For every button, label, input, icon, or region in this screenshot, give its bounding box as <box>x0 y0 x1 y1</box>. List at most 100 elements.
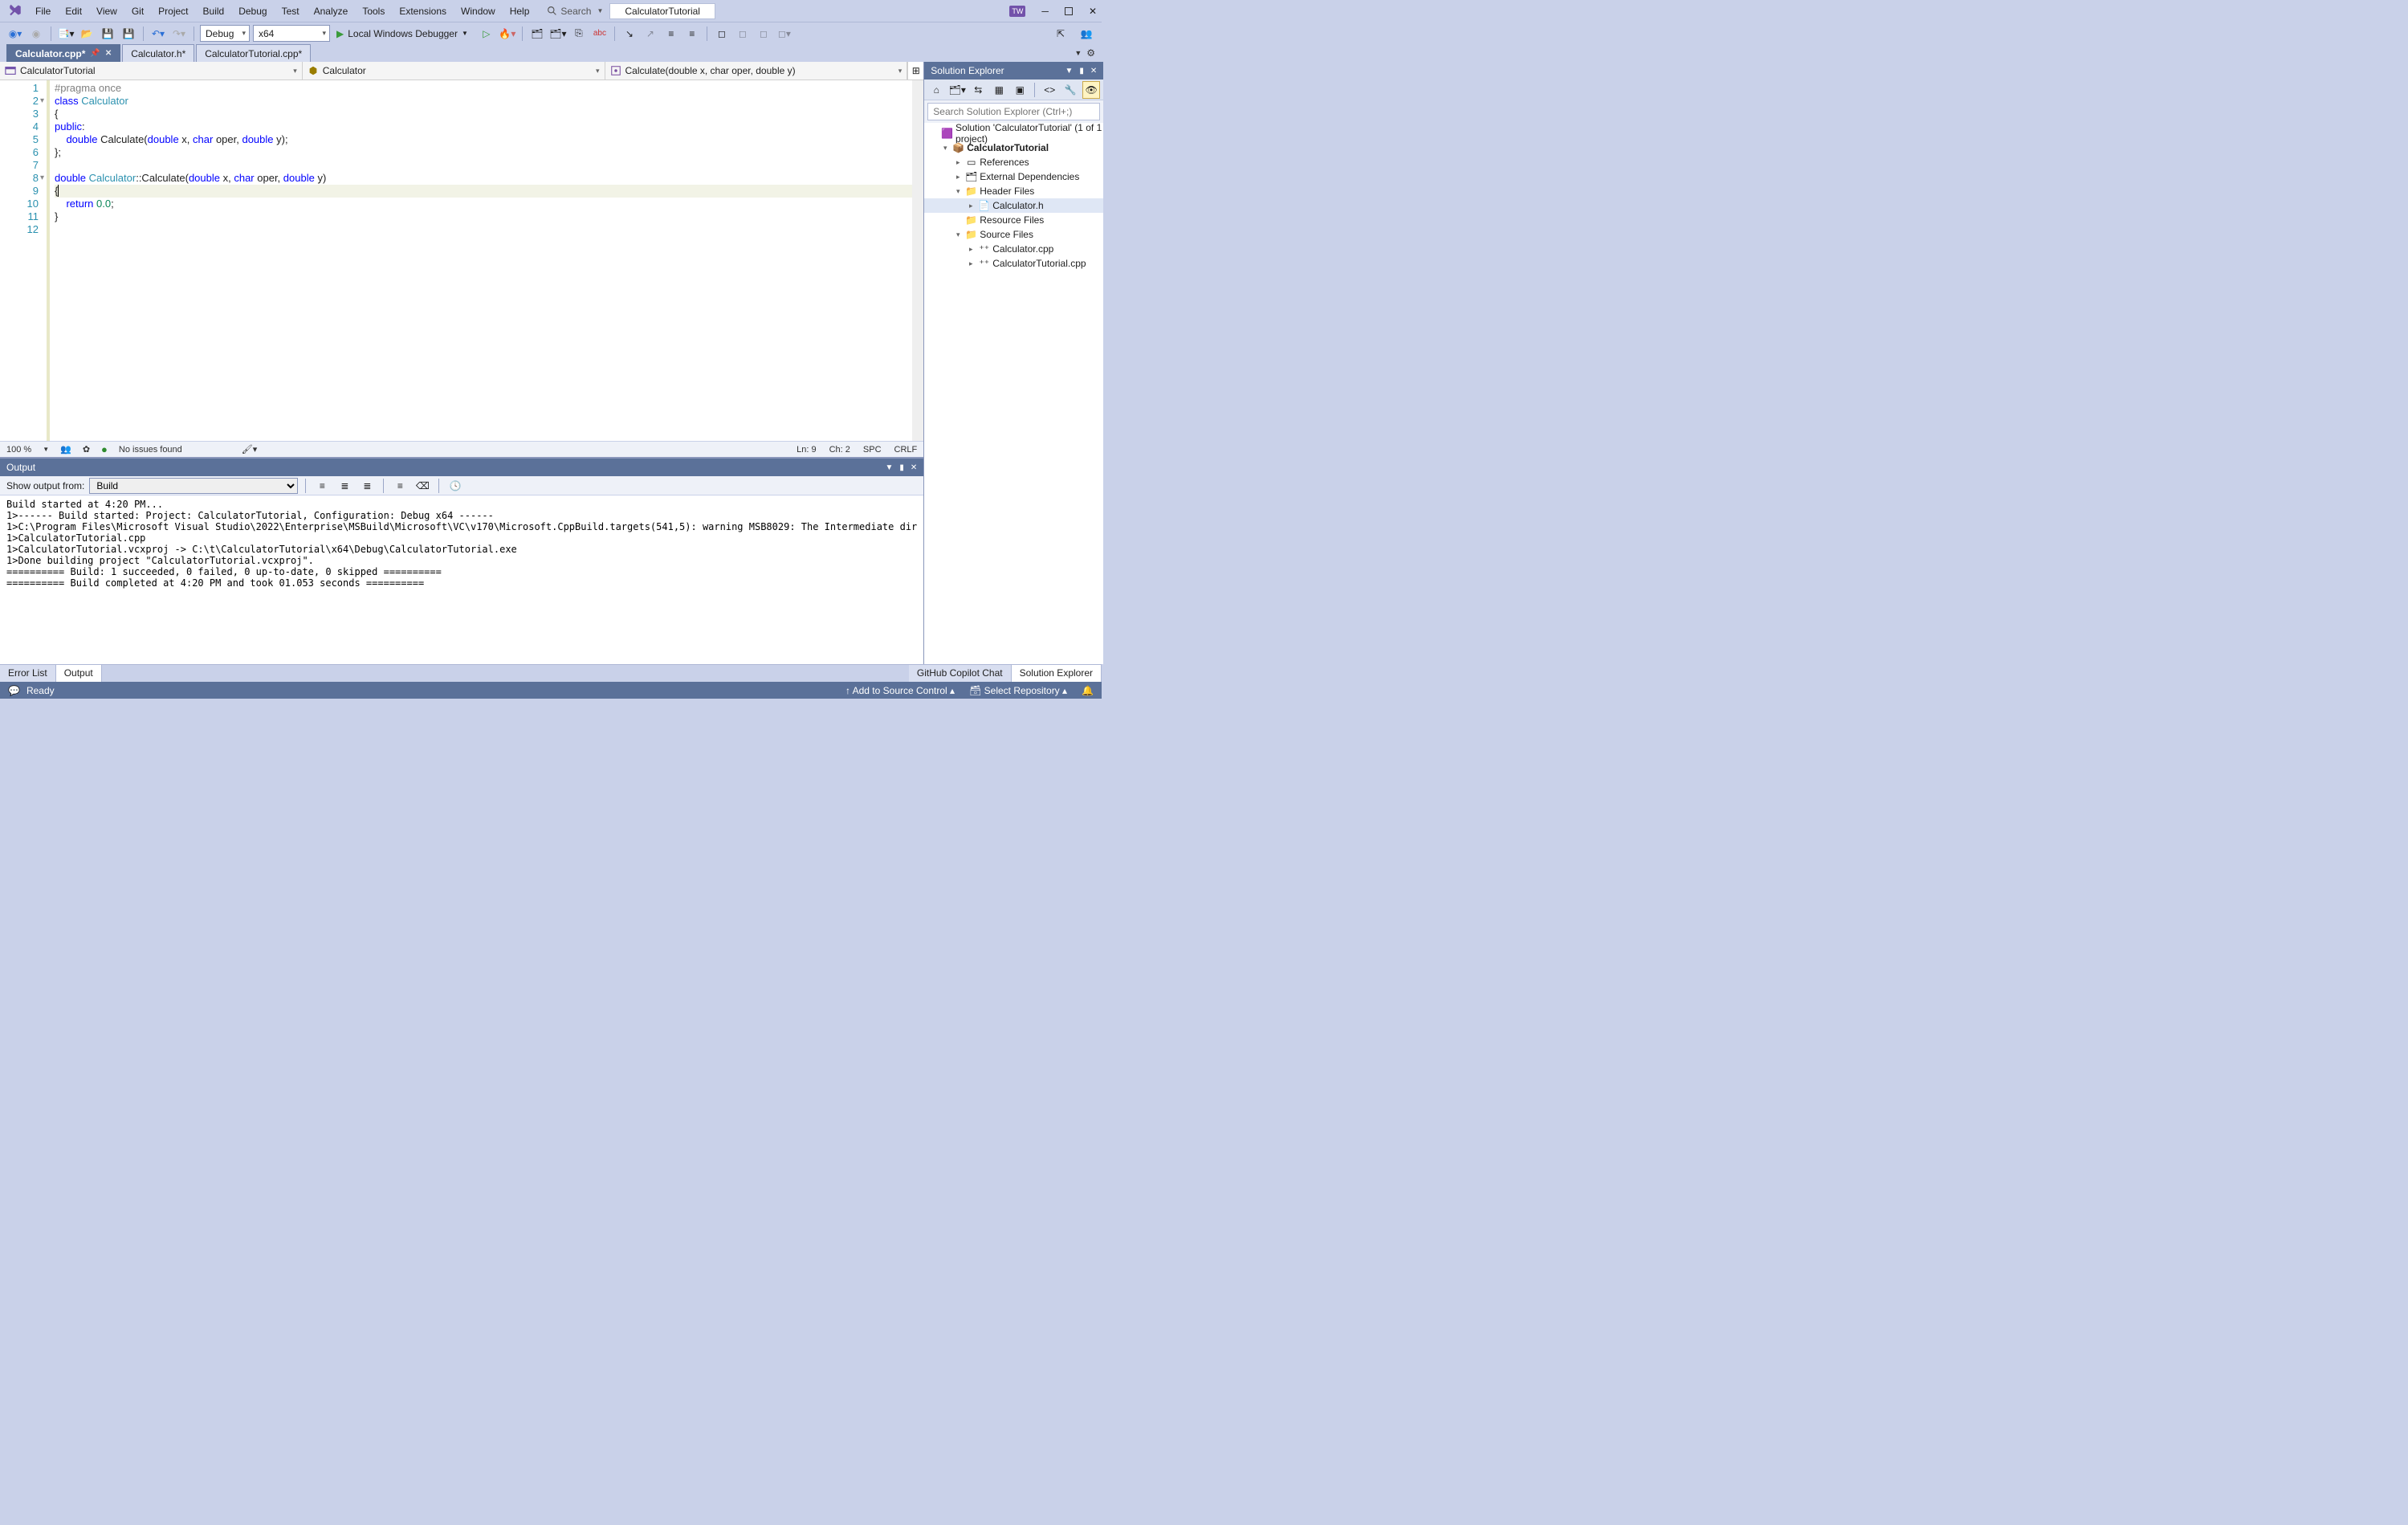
code-line[interactable] <box>55 223 912 236</box>
save-icon[interactable]: 💾 <box>99 25 116 43</box>
new-item-icon[interactable]: 📑▾ <box>57 25 75 43</box>
code-line[interactable]: }; <box>55 146 912 159</box>
tabs-settings-icon[interactable]: ⚙ <box>1086 47 1095 59</box>
start-nodebug-icon[interactable]: ▷ <box>478 25 495 43</box>
undo-icon[interactable]: ↶▾ <box>149 25 167 43</box>
out-tb-clock-icon[interactable]: 🕓 <box>446 477 464 495</box>
hot-reload-icon[interactable]: 🔥▾ <box>499 25 516 43</box>
nav-back-icon[interactable]: ◉▾ <box>6 25 24 43</box>
code-line[interactable]: } <box>55 210 912 223</box>
bottom-tab[interactable]: Error List <box>0 665 56 682</box>
out-tb-3-icon[interactable]: ≣ <box>358 477 376 495</box>
code-editor[interactable]: 123456789101112 #pragma once▾class Calcu… <box>0 80 923 441</box>
nav-class-select[interactable]: Calculator <box>303 62 605 80</box>
menu-extensions[interactable]: Extensions <box>393 2 453 20</box>
doc-tab[interactable]: Calculator.h* <box>122 44 194 62</box>
solex-pin-icon[interactable]: ▮ <box>1079 67 1084 75</box>
tree-node[interactable]: ▸📄Calculator.h <box>924 198 1103 213</box>
fold-icon[interactable]: ▾ <box>40 172 44 185</box>
tb-misc-2-icon[interactable]: 🗂▾ <box>549 25 567 43</box>
bottom-tab[interactable]: Solution Explorer <box>1012 665 1102 682</box>
tree-twisty-icon[interactable]: ▾ <box>953 187 963 196</box>
tree-node[interactable]: ▸▭References <box>924 155 1103 169</box>
out-tb-clear-icon[interactable]: ⌫ <box>414 477 431 495</box>
start-debug-button[interactable]: ▶ Local Windows Debugger ▼ <box>333 25 475 43</box>
indent-icon[interactable]: ≡ <box>662 25 680 43</box>
menu-tools[interactable]: Tools <box>356 2 391 20</box>
code-body[interactable]: #pragma once▾class Calculator{public: do… <box>50 80 912 441</box>
menu-window[interactable]: Window <box>454 2 502 20</box>
output-pin-icon[interactable]: ▮ <box>899 463 904 472</box>
menu-view[interactable]: View <box>90 2 124 20</box>
code-line[interactable]: { <box>55 185 912 198</box>
code-line[interactable]: ▾double Calculator::Calculate(double x, … <box>55 172 912 185</box>
tree-node[interactable]: ▾📁Header Files <box>924 184 1103 198</box>
nav-scope-select[interactable]: CalculatorTutorial <box>0 62 303 80</box>
brush-icon[interactable]: 🖌▾ <box>242 444 258 455</box>
solex-search-input[interactable] <box>927 103 1100 120</box>
menu-git[interactable]: Git <box>125 2 150 20</box>
minimize-icon[interactable]: ─ <box>1041 6 1049 17</box>
solex-dropdown-icon[interactable]: ▼ <box>1065 67 1073 75</box>
solex-showall-icon[interactable]: ▦ <box>990 81 1008 99</box>
issues-label[interactable]: No issues found <box>119 445 182 455</box>
output-from-select[interactable]: Build <box>89 478 298 494</box>
tree-twisty-icon[interactable]: ▸ <box>966 259 976 268</box>
caret-line[interactable]: Ln: 9 <box>797 445 816 455</box>
tree-node[interactable]: ▸⁺⁺CalculatorTutorial.cpp <box>924 256 1103 271</box>
bottom-tab[interactable]: GitHub Copilot Chat <box>909 665 1012 682</box>
account-badge-icon[interactable]: TW <box>1009 6 1025 17</box>
select-repository[interactable]: 🗃 Select Repository ▴ <box>969 685 1067 696</box>
tree-twisty-icon[interactable]: ▸ <box>953 158 963 167</box>
indent-mode[interactable]: SPC <box>863 445 882 455</box>
tabs-overflow-icon[interactable]: ▼ <box>1074 49 1082 57</box>
nav-member-select[interactable]: Calculate(double x, char oper, double y) <box>605 62 908 80</box>
bookmark-3-icon[interactable]: ◻ <box>755 25 772 43</box>
out-tb-2-icon[interactable]: ≣ <box>336 477 353 495</box>
out-tb-4-icon[interactable]: ≡ <box>391 477 409 495</box>
code-line[interactable] <box>55 159 912 172</box>
tree-twisty-icon[interactable]: ▾ <box>940 144 950 153</box>
tb-misc-3-icon[interactable]: ⎘ <box>570 25 588 43</box>
menu-edit[interactable]: Edit <box>59 2 88 20</box>
nav-fwd-icon[interactable]: ◉ <box>27 25 45 43</box>
save-all-icon[interactable]: 💾 <box>120 25 137 43</box>
solution-name[interactable]: CalculatorTutorial <box>609 3 715 19</box>
menu-debug[interactable]: Debug <box>232 2 273 20</box>
tree-twisty-icon[interactable]: ▾ <box>953 230 963 239</box>
code-line[interactable]: ▾class Calculator <box>55 95 912 108</box>
config-select[interactable]: Debug <box>200 25 250 42</box>
platform-select[interactable]: x64 <box>253 25 330 42</box>
menu-file[interactable]: File <box>29 2 57 20</box>
solex-close-icon[interactable]: ✕ <box>1090 67 1097 75</box>
solex-preview-icon[interactable]: 👁 <box>1082 81 1100 99</box>
zoom-level[interactable]: 100 % <box>6 445 31 455</box>
split-editor-icon[interactable]: ⊞ <box>907 62 923 80</box>
bottom-tab[interactable]: Output <box>56 665 102 682</box>
maximize-icon[interactable] <box>1065 7 1073 15</box>
live-share-icon[interactable]: 👥 <box>1078 25 1095 43</box>
add-source-control[interactable]: ↑ Add to Source Control ▴ <box>845 685 955 696</box>
bell-icon[interactable]: 🔔 <box>1082 685 1094 696</box>
output-close-icon[interactable]: ✕ <box>911 463 917 472</box>
tree-node[interactable]: ▸⁺⁺Calculator.cpp <box>924 242 1103 256</box>
bookmark-4-icon[interactable]: ◻▾ <box>776 25 793 43</box>
feedback-icon[interactable]: 💬 <box>8 685 20 696</box>
close-icon[interactable]: ✕ <box>105 49 112 58</box>
solex-code-icon[interactable]: <> <box>1041 81 1058 99</box>
solex-collapse-icon[interactable]: ▣ <box>1011 81 1029 99</box>
eol-mode[interactable]: CRLF <box>894 445 918 455</box>
close-icon[interactable]: ✕ <box>1089 6 1097 17</box>
doc-tab[interactable]: CalculatorTutorial.cpp* <box>196 44 311 62</box>
tree-node[interactable]: ▾📁Source Files <box>924 227 1103 242</box>
intellisense-icon[interactable]: ✿ <box>83 444 90 455</box>
tree-node[interactable]: 🟪Solution 'CalculatorTutorial' (1 of 1 p… <box>924 126 1103 141</box>
out-tb-1-icon[interactable]: ≡ <box>313 477 331 495</box>
editor-scrollbar[interactable] <box>912 80 923 441</box>
title-search[interactable]: Search▼ <box>547 6 603 17</box>
pin-icon[interactable]: 📌 <box>90 49 100 58</box>
menu-test[interactable]: Test <box>275 2 306 20</box>
abc-icon[interactable]: abc <box>591 25 609 43</box>
code-line[interactable]: return 0.0; <box>55 198 912 210</box>
tb-misc-1-icon[interactable]: 🗂 <box>528 25 546 43</box>
